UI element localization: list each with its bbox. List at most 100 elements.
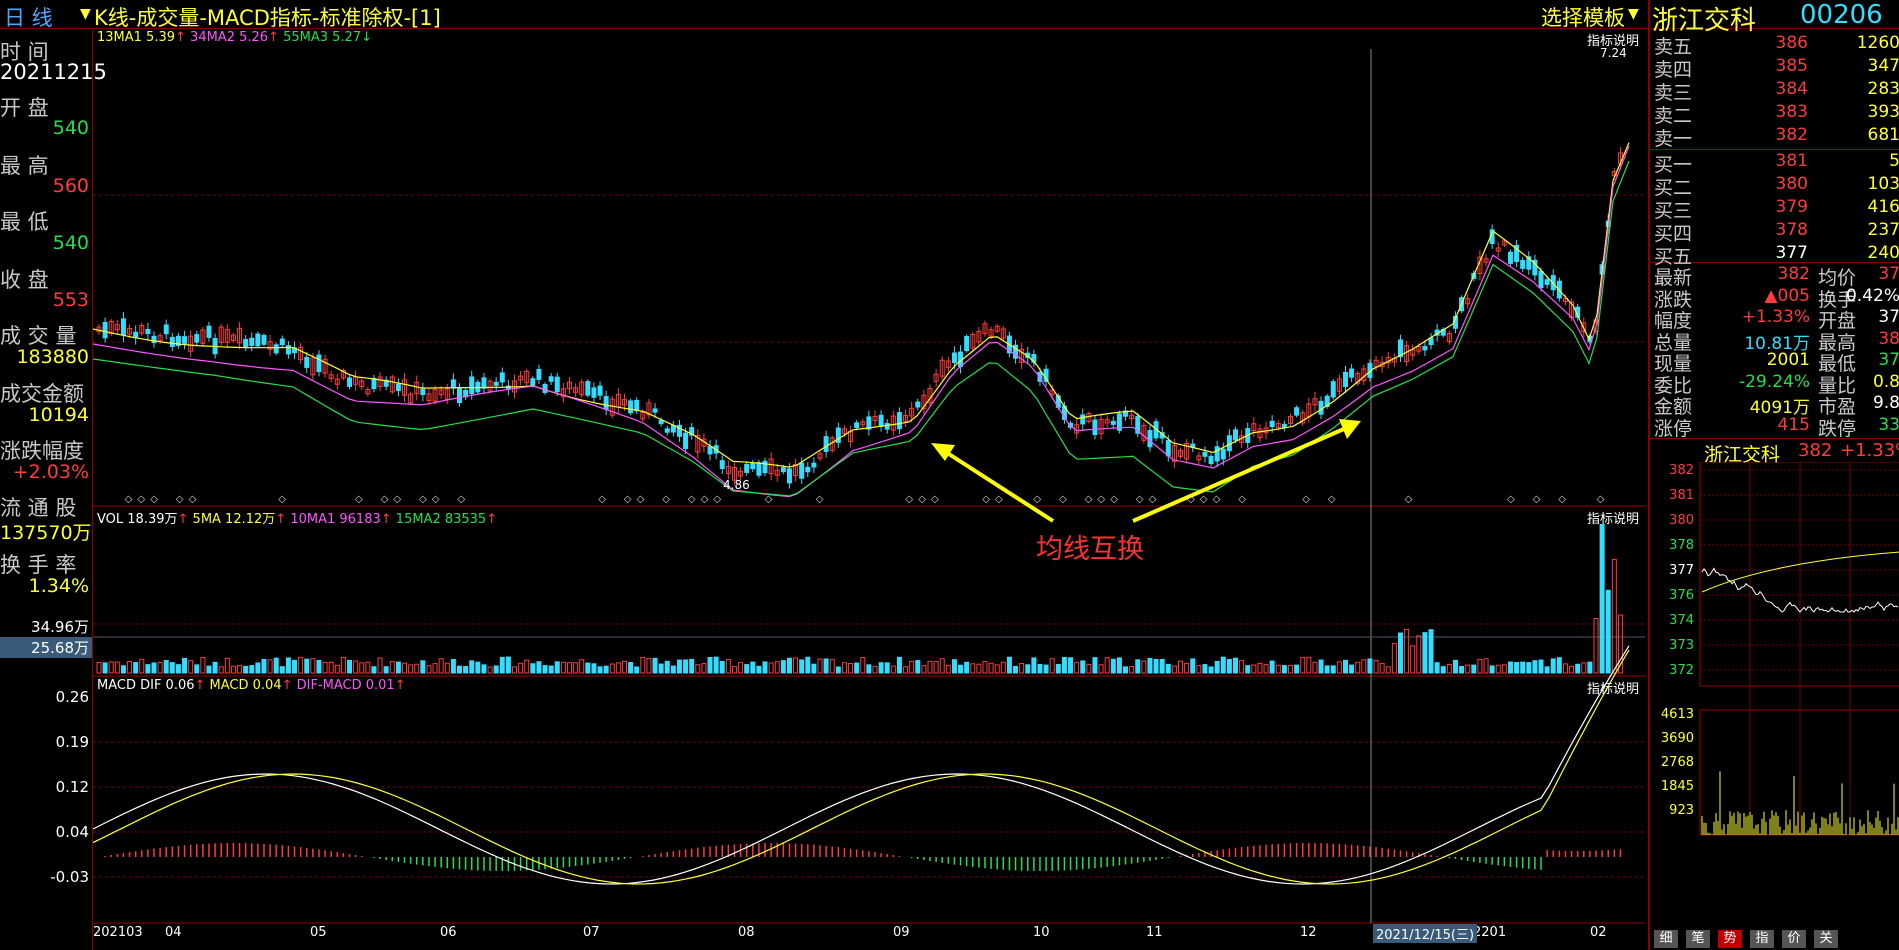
template-select[interactable]: 选择模板 xyxy=(1541,2,1625,32)
bid-volume: 237 xyxy=(1867,220,1899,240)
period-button[interactable]: 日 线 xyxy=(4,2,53,32)
template-dropdown-icon[interactable]: ▼ xyxy=(1628,6,1639,22)
volume-bar xyxy=(603,665,609,674)
volume-bar xyxy=(664,660,670,674)
volume-bar xyxy=(707,657,713,674)
volume-explain-button[interactable]: 指标说明 xyxy=(1587,508,1639,527)
candle xyxy=(1214,446,1220,462)
volume-bar xyxy=(1404,628,1410,674)
volume-bar xyxy=(353,660,359,674)
ask-price[interactable]: 383 xyxy=(1762,102,1808,122)
mini-price-tick: 376 xyxy=(1669,588,1694,603)
volume-bar xyxy=(1025,664,1031,674)
volume-bar xyxy=(927,660,933,674)
tab-0[interactable]: 细 xyxy=(1654,930,1678,948)
tab-3[interactable]: 指 xyxy=(1750,930,1774,948)
tab-5[interactable]: 关 xyxy=(1814,930,1838,948)
tab-2[interactable]: 势 xyxy=(1718,930,1742,948)
volume-bar xyxy=(1257,662,1263,674)
volume-legend: VOL 18.39万↑ 5MA 12.12万↑ 10MA1 96183↑ 15M… xyxy=(97,512,498,527)
volume-bar xyxy=(1074,661,1080,674)
volume-bar xyxy=(481,664,487,674)
signal-marker: ◇ xyxy=(816,494,824,505)
chart-area[interactable]: ◇ ◇ ◇ ◇ ◇ ◇ ◇ ◇ ◇ ◇ ◇ ◇ ◇ ◇ ◇ ◇ ◇ ◇ ◇ ◇ ◇ ◇ ◇ ◇ ◇ ◇ ◇ ◇ ◇ ◇ ◇ ◇ ◇ ◇ ◇ ◇ ◇ ◇ ◇ ◇… xyxy=(93,29,1645,950)
macd-explain-button[interactable]: 指标说明 xyxy=(1587,678,1639,697)
volume-bar xyxy=(1471,664,1477,674)
signal-marker: ◇ xyxy=(150,494,158,505)
volume-bar xyxy=(1226,658,1232,674)
volume-bar xyxy=(1520,661,1526,674)
mini-price-tick: 374 xyxy=(1669,613,1694,628)
volume-bar xyxy=(1049,658,1055,674)
signal-marker: ◇ xyxy=(905,494,913,505)
annotation-ma-swap: 均线互换 xyxy=(1036,534,1144,565)
volume-bar xyxy=(1605,589,1611,674)
signal-marker: ◇ xyxy=(381,494,389,505)
dropdown-icon[interactable]: ▼ xyxy=(80,6,91,22)
signal-marker: ◇ xyxy=(1558,494,1566,505)
mini-price-tick: 378 xyxy=(1669,538,1694,553)
x-label-8: 11 xyxy=(1146,925,1163,940)
signal-marker: ◇ xyxy=(176,494,184,505)
ask-volume: 393 xyxy=(1867,102,1899,122)
signal-marker: ◇ xyxy=(1059,494,1067,505)
bid-price[interactable]: 381 xyxy=(1762,151,1808,171)
x-label-11: 02 xyxy=(1590,925,1607,940)
ask-price[interactable]: 382 xyxy=(1762,125,1808,145)
bid-volume: 240 xyxy=(1867,243,1899,263)
volume-bar xyxy=(1434,662,1440,674)
tab-4[interactable]: 价 xyxy=(1782,930,1806,948)
volume-bar xyxy=(1055,663,1061,674)
tab-1[interactable]: 笔 xyxy=(1686,930,1710,948)
bid-price[interactable]: 380 xyxy=(1762,174,1808,194)
volume-bar xyxy=(499,656,505,674)
volume-bar xyxy=(738,662,744,674)
bid-price[interactable]: 378 xyxy=(1762,220,1808,240)
stat-value-2: 37 xyxy=(1878,350,1899,370)
mini-chart[interactable]: 382 381 380 378 377 376 374 373 372 4613 3690 2768 1… xyxy=(1650,462,1899,942)
x-label-4: 07 xyxy=(583,925,600,940)
volume-bar xyxy=(292,659,298,674)
volume-bar xyxy=(670,665,676,674)
ask-price[interactable]: 385 xyxy=(1762,56,1808,76)
volume-bar xyxy=(909,660,915,674)
signal-marker: ◇ xyxy=(713,494,721,505)
candle xyxy=(1330,381,1336,398)
mini-price: 382 xyxy=(1798,440,1833,461)
volume-bar xyxy=(518,662,524,674)
volume-bar xyxy=(725,658,731,674)
volume-bar xyxy=(750,661,756,674)
ma2-legend: 34MA2 5.26 xyxy=(190,30,269,45)
bid-price[interactable]: 377 xyxy=(1762,243,1808,263)
signal-marker: ◇ xyxy=(1405,494,1413,505)
candle xyxy=(896,412,902,430)
candle xyxy=(799,462,805,479)
macd-axis-0: 0.26 xyxy=(55,688,89,706)
volume-bar xyxy=(988,662,994,674)
volume-bar xyxy=(1349,664,1355,674)
signal-marker: ◇ xyxy=(931,494,939,505)
volume-bar xyxy=(1428,629,1434,674)
volume-bar xyxy=(817,658,823,674)
volume-bar xyxy=(597,666,603,674)
volume-bar xyxy=(1178,660,1184,674)
cursor-date-label: 2021/12/15(三) xyxy=(1373,924,1478,943)
volume-bar xyxy=(420,660,426,674)
volume-bar xyxy=(389,661,395,674)
stat-value: 2001 xyxy=(1766,350,1810,370)
bid-price[interactable]: 379 xyxy=(1762,197,1808,217)
volume-bar xyxy=(1532,660,1538,674)
signal-marker: ◇ xyxy=(1328,494,1336,505)
volume-bar xyxy=(1306,656,1312,674)
candle xyxy=(658,419,664,425)
ask-price[interactable]: 386 xyxy=(1762,33,1808,53)
volume-bar xyxy=(340,656,346,674)
candle xyxy=(481,377,487,389)
x-label-0: 202103 xyxy=(93,925,143,940)
volume-bar xyxy=(554,661,560,674)
mini-volume-tick: 923 xyxy=(1669,803,1694,818)
ask-price[interactable]: 384 xyxy=(1762,79,1808,99)
chart-canvas[interactable]: ◇ ◇ ◇ ◇ ◇ ◇ ◇ ◇ ◇ ◇ ◇ ◇ ◇ ◇ ◇ ◇ ◇ ◇ ◇ ◇ ◇ ◇ ◇ ◇ ◇ ◇ ◇ ◇ ◇ ◇ ◇ ◇ ◇ ◇ ◇ ◇ ◇ ◇ ◇ ◇… xyxy=(93,29,1645,950)
x-label-2: 05 xyxy=(310,925,327,940)
volume-bar xyxy=(964,661,970,674)
